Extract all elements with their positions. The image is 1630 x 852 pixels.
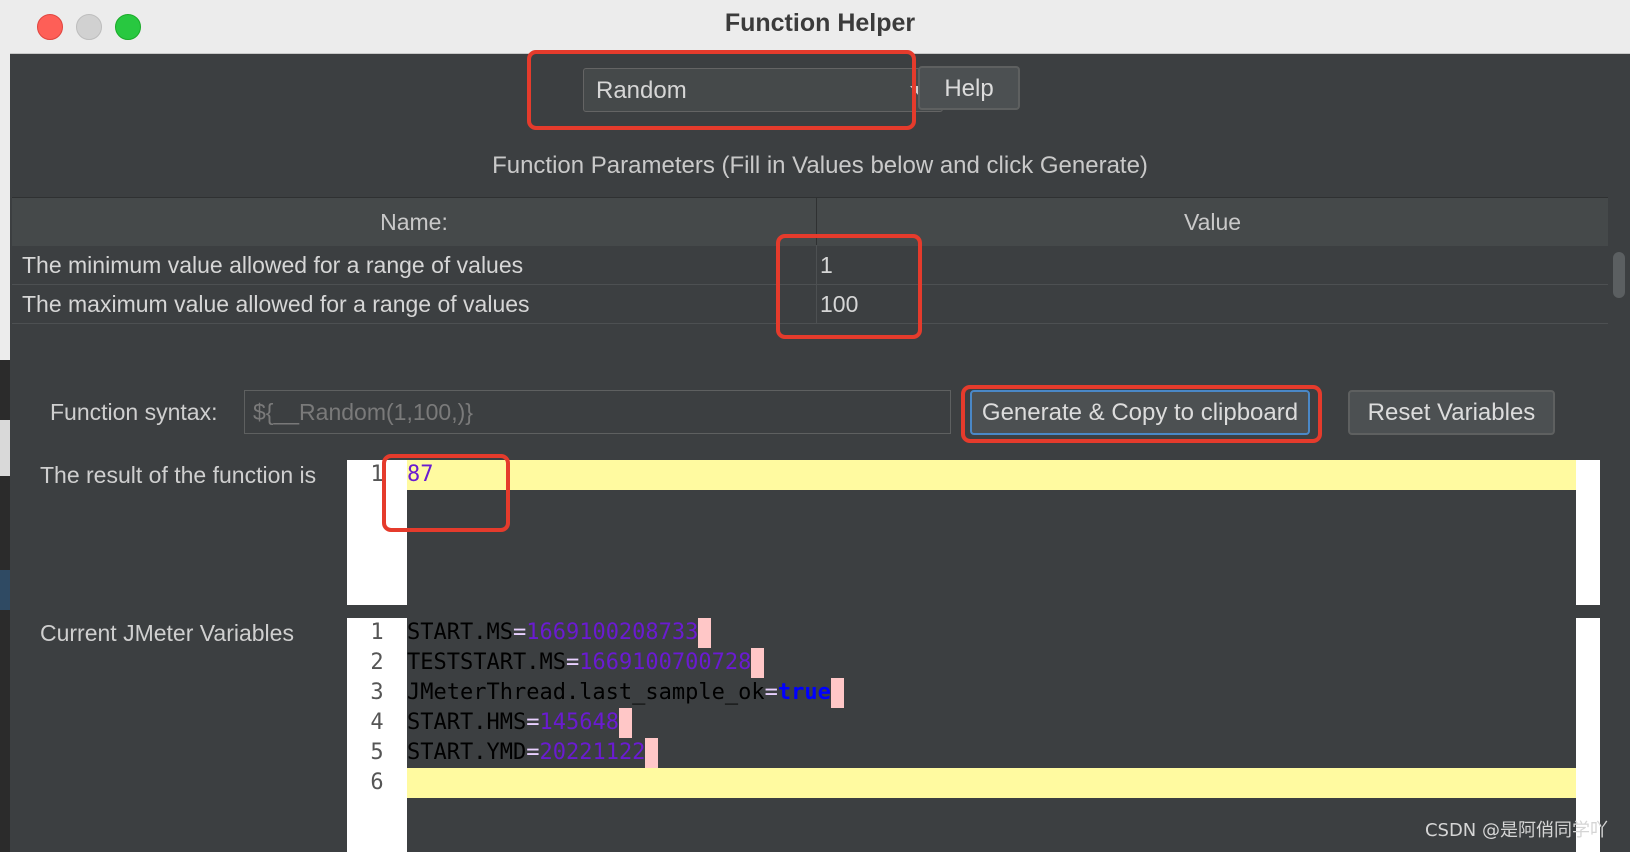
highlight-box-result	[382, 454, 510, 532]
code-line: 87	[407, 460, 1576, 490]
table-scrollbar[interactable]	[1608, 245, 1630, 325]
function-result-label: The result of the function is	[40, 462, 317, 488]
code-line: TESTSTART.MS=1669100700728	[407, 648, 1576, 678]
window-title: Function Helper	[724, 9, 916, 37]
highlight-box-param-values	[776, 234, 922, 339]
background-window-strip	[0, 420, 10, 476]
background-window-edge	[0, 0, 10, 852]
code-line: START.MS=1669100208733	[407, 618, 1576, 648]
help-button[interactable]: Help	[918, 66, 1020, 110]
line-number: 6	[370, 770, 384, 795]
column-header-value[interactable]: Value	[817, 198, 1608, 246]
line-number: 2	[370, 650, 384, 675]
jmeter-variables-editor[interactable]: 1 2 3 4 5 6 START.MS=1669100208733 TESTS…	[347, 618, 1600, 852]
variable-value: 1669100208733	[526, 620, 699, 645]
param-name-cell: The maximum value allowed for a range of…	[22, 291, 530, 317]
code-line: START.YMD=20221122	[407, 738, 1576, 768]
watermark: CSDN @是阿俏同学吖	[1424, 820, 1608, 841]
variable-value: 20221122	[539, 740, 646, 765]
param-value-cell[interactable]: 100	[820, 285, 1600, 323]
title-bar: Function Helper	[10, 0, 1630, 54]
jmeter-variables-label: Current JMeter Variables	[40, 620, 294, 646]
background-window-strip	[0, 0, 10, 360]
function-syntax-label: Function syntax:	[50, 399, 218, 425]
variable-key: START.MS	[407, 620, 513, 645]
variable-key: START.HMS	[407, 710, 527, 735]
code-line: START.HMS=145648	[407, 708, 1576, 738]
function-parameters-heading: Function Parameters (Fill in Values belo…	[492, 152, 1148, 179]
function-helper-dialog: Random Help Function Parameters (Fill in…	[10, 50, 1630, 852]
code-line: JMeterThread.last_sample_ok=true	[407, 678, 1576, 708]
highlight-box-generate	[961, 385, 1322, 443]
line-number: 4	[370, 710, 384, 735]
param-name-cell: The minimum value allowed for a range of…	[22, 252, 524, 278]
background-window-strip	[0, 570, 10, 610]
line-number: 5	[370, 740, 384, 765]
variable-value: 1669100700728	[579, 650, 752, 675]
variable-key: START.YMD	[407, 740, 527, 765]
result-code-area[interactable]: 87	[407, 460, 1576, 605]
variable-value: 145648	[539, 710, 619, 735]
param-value-cell[interactable]: 1	[820, 246, 1600, 284]
code-line	[407, 768, 1576, 798]
variable-key: TESTSTART.MS	[407, 650, 566, 675]
reset-variables-button[interactable]: Reset Variables	[1348, 390, 1555, 435]
variable-value: true	[777, 680, 831, 705]
highlight-box-function-select	[527, 50, 916, 130]
line-number: 1	[370, 620, 384, 645]
column-header-name[interactable]: Name:	[12, 198, 817, 246]
function-result-editor[interactable]: 1 87	[347, 460, 1600, 605]
variable-key: JMeterThread.last_sample_ok	[407, 680, 765, 705]
variables-code-area[interactable]: START.MS=1669100208733 TESTSTART.MS=1669…	[407, 618, 1576, 852]
line-number-gutter: 1 2 3 4 5 6	[347, 618, 407, 852]
scrollbar-thumb[interactable]	[1613, 252, 1625, 298]
line-number: 3	[370, 680, 384, 705]
function-syntax-field[interactable]: ${__Random(1,100,)}	[244, 390, 951, 434]
